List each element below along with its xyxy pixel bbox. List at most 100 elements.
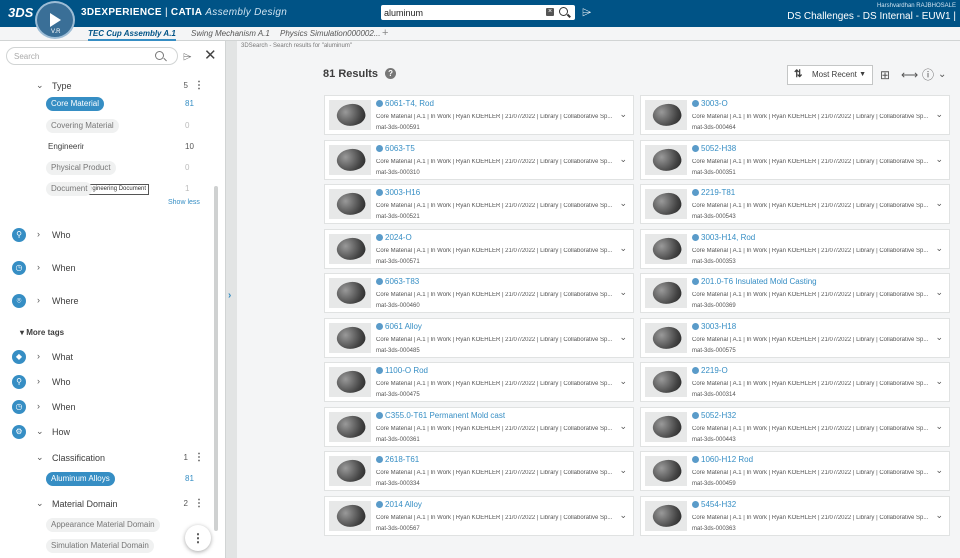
material-thumbnail[interactable] [645,322,687,353]
kebab-icon[interactable]: ⋮ [194,498,204,509]
result-card[interactable]: 2618-T61 Core Material | A.1 | In Work | … [324,451,634,491]
chevron-down-icon[interactable]: ⌄ [935,332,943,343]
result-title[interactable]: 3003-H18 [701,322,736,331]
material-thumbnail[interactable] [329,322,371,353]
result-card[interactable]: 6061-T4, Rod Core Material | A.1 | In Wor… [324,95,634,135]
result-card[interactable]: 6063-T5 Core Material | A.1 | In Work | R… [324,139,634,180]
result-card[interactable]: 5454-H32 Core Material | A.1 | In Work | … [640,495,950,536]
material-thumbnail[interactable] [645,233,687,264]
chevron-down-icon[interactable]: ⌄ [935,376,943,387]
material-thumbnail[interactable] [329,500,371,531]
chevron-down-icon[interactable]: ⌄ [36,80,44,91]
chevron-right-icon[interactable]: › [37,376,40,386]
chevron-down-icon[interactable]: ⌄ [619,332,627,343]
tag-icon[interactable]: ⌲ [582,6,595,18]
chevron-down-icon[interactable]: ⌄ [935,109,943,120]
result-title[interactable]: 5052-H38 [701,144,736,153]
result-title[interactable]: 5454-H32 [701,500,736,509]
facet-appearance-material-domain[interactable]: Appearance Material Domain [46,518,160,532]
result-card[interactable]: 2219-O Core Material | A.1 | In Work | Ry… [640,362,950,402]
material-thumbnail[interactable] [329,456,371,486]
result-card[interactable]: 3003-H16 Core Material | A.1 | In Work | … [324,184,634,224]
compass-icon[interactable]: V.R [35,1,75,39]
material-thumbnail[interactable] [645,411,687,442]
chevron-down-icon[interactable]: ⌄ [619,510,627,521]
result-title[interactable]: 6061-T4, Rod [385,99,434,108]
kebab-icon[interactable]: ⋮ [194,452,204,463]
chevron-down-icon[interactable]: ⌄ [938,68,946,82]
chevron-down-icon[interactable]: ⌄ [935,198,943,209]
facet-document[interactable]: Document [46,182,93,196]
result-title[interactable]: 3003-H16 [385,188,420,197]
facet-covering-material[interactable]: Covering Material [46,119,119,133]
chevron-down-icon[interactable]: ⌄ [619,376,627,387]
chevron-down-icon[interactable]: ⌄ [935,243,943,254]
chevron-down-icon[interactable]: ⌄ [619,154,627,165]
material-thumbnail[interactable] [645,500,687,531]
grid-view-icon[interactable]: ⊞ [880,68,890,82]
chevron-down-icon[interactable]: ⌄ [619,465,627,476]
result-title[interactable]: 1060-H12 Rod [701,455,753,464]
result-title[interactable]: 6063-T5 [385,144,415,153]
clear-icon[interactable]: × [546,8,554,16]
material-thumbnail[interactable] [645,100,687,130]
chevron-down-icon[interactable]: ⌄ [935,421,943,432]
user-name[interactable]: Harshvardhan RAJBHOSALE [877,3,956,9]
result-card[interactable]: 2014 Alloy Core Material | A.1 | In Work … [324,495,634,536]
material-thumbnail[interactable] [645,367,687,397]
result-card[interactable]: C355.0-T61 Permanent Mold cast Core Mater… [324,406,634,447]
classification-group[interactable]: ⌄ Classification 1 ⋮ [0,448,212,468]
facet-simulation-material-domain[interactable]: Simulation Material Domain [46,539,154,553]
facet-core-material[interactable]: Core Material [46,97,105,111]
material-thumbnail[interactable] [645,456,687,486]
info-icon[interactable]: ⓘ [922,68,934,82]
search-icon[interactable] [559,7,568,16]
chevron-down-icon[interactable]: ⌄ [935,465,943,476]
result-title[interactable]: 3003-O [701,99,728,108]
tab-physics-simulation[interactable]: Physics Simulation000002... [280,27,381,41]
chevron-right-icon[interactable]: › [37,351,40,361]
chevron-down-icon[interactable]: ⌄ [935,154,943,165]
add-tab-button[interactable]: + [382,27,388,40]
panel-scrollbar[interactable] [214,186,218,531]
result-card[interactable]: 3003-H14, Rod Core Material | A.1 | In Wo… [640,228,950,269]
what-group[interactable]: › What [0,347,212,367]
when-group-more[interactable]: › When [0,397,212,417]
result-card[interactable]: 201.0-T6 Insulated Mold Casting Core Mate… [640,273,950,313]
material-thumbnail[interactable] [645,278,687,308]
material-thumbnail[interactable] [329,233,371,264]
chevron-down-icon[interactable]: ⌄ [36,498,44,509]
result-title[interactable]: 6061 Alloy [385,322,422,331]
result-card[interactable]: 5052-H38 Core Material | A.1 | In Work | … [640,139,950,180]
chevron-down-icon[interactable]: ⌄ [619,198,627,209]
sort-dropdown[interactable]: ⇅ Most Recent ▼ [787,65,873,85]
more-tags-toggle[interactable]: ▾ More tags [20,328,64,337]
chevron-right-icon[interactable]: › [37,295,40,305]
result-title[interactable]: 6063-T83 [385,277,419,286]
list-view-icon[interactable]: ⟷ [901,68,918,82]
global-search[interactable]: × [381,5,575,20]
tag-icon[interactable]: ⌲ [183,51,192,64]
who-group-more[interactable]: › Who [0,372,212,392]
search-input[interactable] [384,5,534,20]
tab-swing-mechanism[interactable]: Swing Mechanism A.1 [191,27,270,41]
close-icon[interactable]: ✕ [204,46,217,64]
result-card[interactable]: 3003-H18 Core Material | A.1 | In Work | … [640,317,950,358]
chevron-down-icon[interactable]: ⌄ [36,452,44,463]
search-icon[interactable] [155,51,164,60]
result-title[interactable]: 201.0-T6 Insulated Mold Casting [701,277,817,286]
tab-tec-cup-assembly[interactable]: TEC Cup Assembly A.1 [88,27,176,41]
kebab-icon[interactable]: ⋮ [185,525,211,551]
result-title[interactable]: 1100-O Rod [385,366,428,375]
facet-physical-product[interactable]: Physical Product [46,161,116,175]
how-group[interactable]: ⌄ How [0,422,212,442]
material-thumbnail[interactable] [329,411,371,442]
ds-logo-icon[interactable]: 3DS [8,5,33,20]
chevron-down-icon[interactable]: ⌄ [36,426,44,437]
result-title[interactable]: 2618-T61 [385,455,419,464]
kebab-icon[interactable]: ⋮ [194,80,204,91]
result-title[interactable]: 2219-O [701,366,728,375]
filter-search-input[interactable]: Search [6,47,178,65]
material-thumbnail[interactable] [645,189,687,219]
chevron-down-icon[interactable]: ⌄ [935,510,943,521]
